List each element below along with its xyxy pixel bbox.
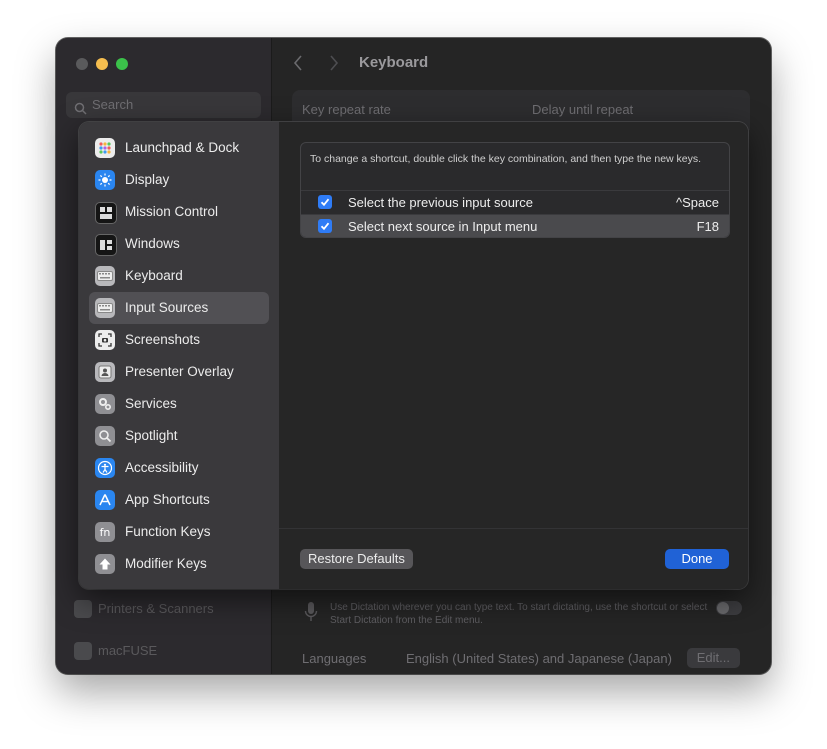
category-app-shortcuts[interactable]: App Shortcuts (89, 484, 269, 516)
launchpad-icon (95, 138, 115, 158)
category-accessibility[interactable]: Accessibility (89, 452, 269, 484)
languages-label: Languages (302, 651, 367, 666)
input-sources-icon (95, 298, 115, 318)
category-windows[interactable]: Windows (89, 228, 269, 260)
category-label: Keyboard (125, 268, 183, 283)
keyboard-shortcuts-sheet: Launchpad & Dock Display Mission Control… (79, 122, 748, 589)
category-label: Accessibility (125, 460, 199, 475)
page-title: Keyboard (359, 54, 429, 71)
edit-languages-button[interactable]: Edit... (686, 648, 740, 668)
minimize-window-button[interactable] (96, 58, 108, 70)
delay-repeat-label: Delay until repeat (532, 102, 634, 117)
shortcut-checkbox[interactable] (318, 195, 332, 209)
shortcuts-pane: To change a shortcut, double click the k… (279, 122, 748, 589)
shortcut-row[interactable]: Select next source in Input menu F18 (301, 214, 729, 237)
category-label: Windows (125, 236, 180, 251)
macfuse-icon (74, 642, 92, 660)
search-placeholder: Search (92, 97, 134, 112)
sheet-footer: Restore Defaults Done (279, 528, 748, 589)
shortcut-row[interactable]: Select the previous input source ^Space (301, 190, 729, 214)
category-presenter-overlay[interactable]: Presenter Overlay (89, 356, 269, 388)
close-window-button[interactable] (76, 58, 88, 70)
sidebar-item-label: Printers & Scanners (98, 601, 214, 616)
category-launchpad-dock[interactable]: Launchpad & Dock (89, 132, 269, 164)
sidebar-item-macfuse[interactable]: macFUSE (74, 641, 264, 661)
restore-defaults-button[interactable]: Restore Defaults (300, 549, 413, 569)
modifier-keys-icon (95, 554, 115, 574)
app-shortcuts-icon (95, 490, 115, 510)
microphone-icon (304, 601, 318, 628)
category-keyboard[interactable]: Keyboard (89, 260, 269, 292)
languages-row: Languages English (United States) and Ja… (292, 644, 750, 672)
category-label: Screenshots (125, 332, 201, 347)
languages-value: English (United States) and Japanese (Ja… (406, 651, 672, 666)
dictation-toggle[interactable] (716, 601, 742, 615)
spotlight-icon (95, 426, 115, 446)
sidebar-item-printers[interactable]: Printers & Scanners (74, 599, 264, 619)
forward-button[interactable] (329, 54, 339, 76)
maximize-window-button[interactable] (116, 58, 128, 70)
done-button[interactable]: Done (665, 549, 729, 569)
display-icon (95, 170, 115, 190)
category-function-keys[interactable]: fn Function Keys (89, 516, 269, 548)
category-mission-control[interactable]: Mission Control (89, 196, 269, 228)
category-label: Display (125, 172, 170, 187)
category-input-sources[interactable]: Input Sources (89, 292, 269, 324)
search-input[interactable]: Search (66, 92, 261, 118)
shortcut-key[interactable]: F18 (697, 215, 719, 237)
shortcut-categories-sidebar: Launchpad & Dock Display Mission Control… (79, 122, 279, 589)
shortcut-label: Select the previous input source (348, 195, 533, 210)
shortcut-hint: To change a shortcut, double click the k… (310, 153, 702, 165)
category-spotlight[interactable]: Spotlight (89, 420, 269, 452)
category-label: Input Sources (125, 300, 209, 315)
category-label: Services (125, 396, 177, 411)
category-label: Function Keys (125, 524, 211, 539)
chevron-left-icon (293, 55, 302, 71)
checkmark-icon (320, 198, 330, 207)
presenter-overlay-icon (95, 362, 115, 382)
accessibility-icon (95, 458, 115, 478)
shortcut-key[interactable]: ^Space (676, 191, 719, 214)
category-label: Launchpad & Dock (125, 140, 240, 155)
windows-icon (95, 234, 117, 256)
function-keys-icon: fn (95, 522, 115, 542)
category-label: App Shortcuts (125, 492, 210, 507)
category-label: Modifier Keys (125, 556, 207, 571)
category-screenshots[interactable]: Screenshots (89, 324, 269, 356)
dictation-row: Use Dictation wherever you can type text… (292, 593, 750, 633)
shortcut-list: To change a shortcut, double click the k… (300, 142, 730, 238)
printer-icon (74, 600, 92, 618)
sidebar-item-label: macFUSE (98, 643, 158, 658)
shortcut-label: Select next source in Input menu (348, 219, 538, 234)
content-header: Keyboard (271, 38, 771, 90)
back-button[interactable] (293, 54, 303, 76)
chevron-right-icon (330, 55, 339, 71)
category-label: Presenter Overlay (125, 364, 234, 379)
key-repeat-label: Key repeat rate (302, 102, 391, 117)
category-label: Mission Control (125, 204, 219, 219)
checkmark-icon (320, 222, 330, 231)
services-icon (95, 394, 115, 414)
dictation-description: Use Dictation wherever you can type text… (330, 602, 708, 626)
search-icon (74, 98, 87, 124)
category-label: Spotlight (125, 428, 178, 443)
category-display[interactable]: Display (89, 164, 269, 196)
category-modifier-keys[interactable]: Modifier Keys (89, 548, 269, 580)
keyboard-icon (95, 266, 115, 286)
category-services[interactable]: Services (89, 388, 269, 420)
mission-control-icon (95, 202, 117, 224)
shortcut-checkbox[interactable] (318, 219, 332, 233)
screenshot-icon (95, 330, 115, 350)
